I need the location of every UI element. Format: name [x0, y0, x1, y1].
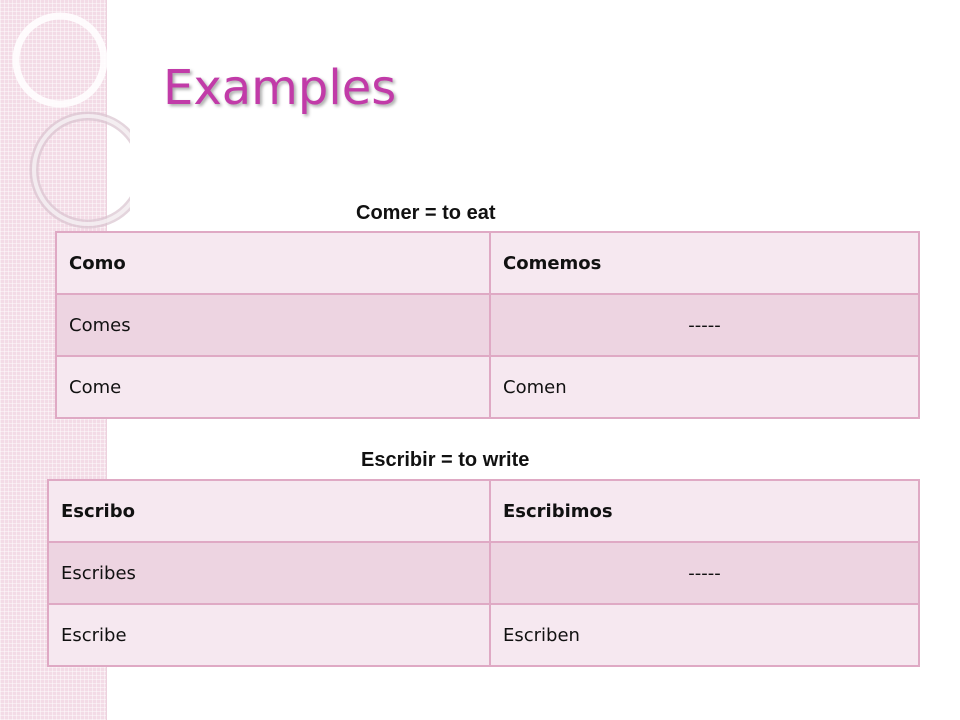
table-row: Escribe Escriben [47, 603, 920, 667]
table-row: Escribo Escribimos [47, 479, 920, 543]
table-cell: Come [55, 355, 491, 419]
table-cell: Escribimos [489, 479, 920, 543]
table-row: Como Comemos [55, 231, 920, 295]
table-cell: ----- [489, 293, 920, 357]
table-row: Come Comen [55, 355, 920, 419]
table-caption-escribir: Escribir = to write [361, 449, 530, 471]
table-cell: Comen [489, 355, 920, 419]
table-cell: Comemos [489, 231, 920, 295]
table-row: Comes ----- [55, 293, 920, 357]
table-cell: Como [55, 231, 491, 295]
conjugation-table-escribir: Escribo Escribimos Escribes ----- Escrib… [47, 479, 920, 667]
table-row: Escribes ----- [47, 541, 920, 605]
decorative-rings [12, 12, 130, 229]
table-cell: Escribo [47, 479, 491, 543]
conjugation-table-comer: Como Comemos Comes ----- Come Comen [55, 231, 920, 419]
table-cell: Escribes [47, 541, 491, 605]
table-cell: ----- [489, 541, 920, 605]
table-caption-comer: Comer = to eat [356, 202, 496, 224]
table-cell: Escriben [489, 603, 920, 667]
slide-title: Examples [163, 60, 397, 116]
table-cell: Escribe [47, 603, 491, 667]
table-cell: Comes [55, 293, 491, 357]
